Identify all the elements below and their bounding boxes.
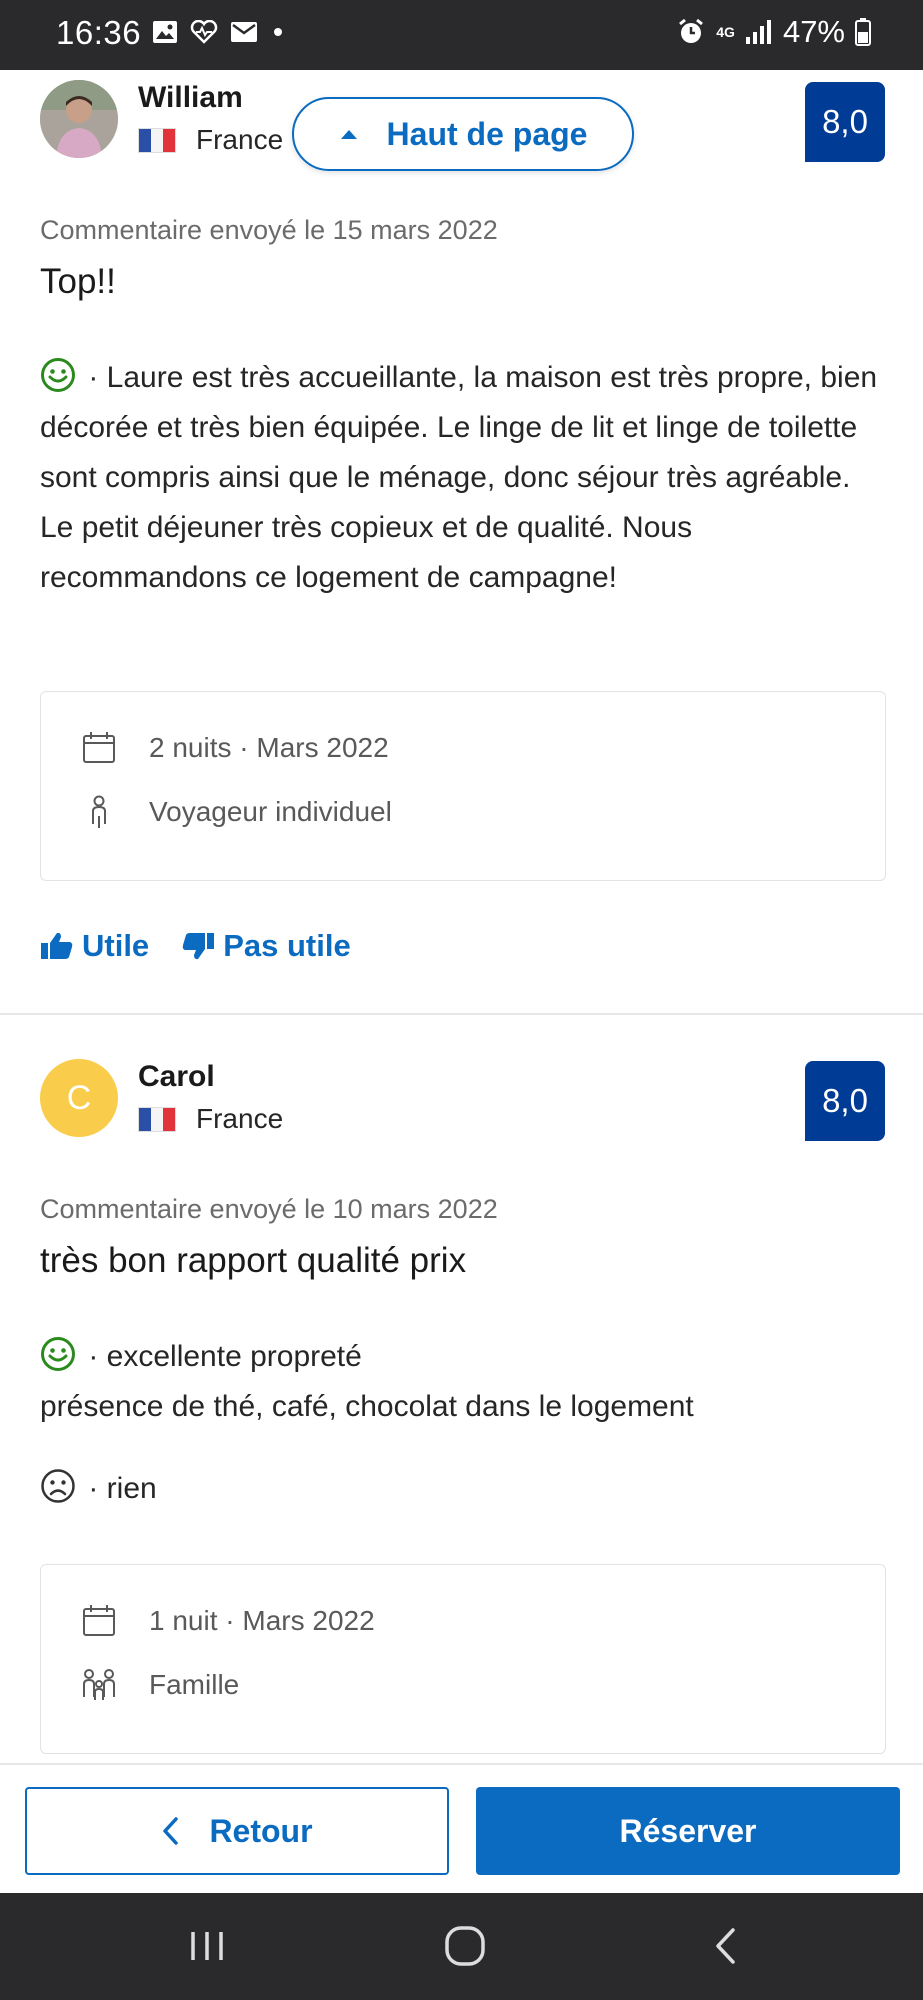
calendar-icon [79,1601,119,1641]
review-positive-text: présence de thé, café, chocolat dans le … [40,1390,694,1423]
not-helpful-button[interactable]: Pas utile [181,928,351,964]
recent-apps-button[interactable] [182,1921,232,1971]
battery-icon [855,18,871,46]
traveler-type-text: Voyageur individuel [149,796,392,827]
status-time: 16:36 [56,14,142,51]
book-button-label: Réserver [619,1812,757,1849]
traveler-type: Voyageur individuel [79,792,392,832]
frown-negative-icon [41,1469,75,1503]
status-bar: 16:36 4G 47% [0,0,923,70]
review-positive: · Laure est très accueillante, la maison… [40,353,890,603]
avatar: C [40,1059,118,1137]
reviewer-name: William [138,81,243,114]
family-icon [79,1665,119,1705]
stay-duration-text: 2 nuits · Mars 2022 [149,732,389,763]
reviews-list[interactable]: William France 8,0 Commentaire envoyé le… [0,70,923,1763]
heart-monitor-icon [190,20,218,44]
caret-up-icon [340,130,357,139]
not-helpful-label: Pas utile [223,928,351,963]
battery-level: 47% [782,14,845,49]
calendar-icon [79,728,119,768]
country-label: France [196,124,284,155]
back-to-top-label: Haut de page [386,115,588,152]
home-icon [445,1926,485,1966]
back-button-label: Retour [209,1812,313,1849]
gallery-icon [153,21,177,43]
back-arrow-icon [716,1928,735,1964]
alarm-icon [679,18,704,43]
reviewer-name: Carol [138,1060,215,1093]
nav-back-button[interactable] [700,1921,750,1971]
thumbs-up-icon [41,932,73,959]
review-divider [0,1013,923,1015]
home-button[interactable] [440,1921,490,1971]
avatar-photo [40,80,118,158]
back-button[interactable]: Retour [25,1787,449,1875]
smiley-positive-icon [41,1337,75,1371]
stay-duration-text: 1 nuit · Mars 2022 [149,1605,375,1636]
book-button[interactable]: Réserver [476,1787,900,1875]
network-type: 4G [716,24,735,40]
stay-duration: 2 nuits · Mars 2022 [79,728,389,768]
reviewer-country: France [138,124,283,156]
signal-icon [745,20,771,44]
review-title: Top!! [40,262,116,301]
review-score: 8,0 [805,82,885,162]
country-label: France [196,1103,284,1134]
stay-info-box: 1 nuit · Mars 2022 Famille [40,1564,886,1754]
helpful-button[interactable]: Utile [40,928,149,964]
review-score: 8,0 [805,1061,885,1141]
recent-apps-icon [191,1932,223,1960]
bottom-action-bar: Retour Réserver [0,1763,923,1893]
thumbs-down-icon [182,933,215,960]
helpful-buttons: Utile Pas utile [40,928,351,964]
france-flag-icon [138,1106,176,1132]
traveler-type-text: Famille [149,1669,240,1700]
mail-icon [231,22,257,42]
stay-duration: 1 nuit · Mars 2022 [79,1601,375,1641]
avatar [40,80,118,158]
reviewer-country: France [138,1103,283,1135]
solo-traveler-icon [79,792,119,832]
system-nav-bar [0,1893,923,2000]
review-negative: · rien [40,1464,890,1514]
back-to-top-button[interactable]: Haut de page [292,97,634,171]
review-date: Commentaire envoyé le 15 mars 2022 [40,215,498,245]
france-flag-icon [138,127,176,153]
review-positive: · excellente propreté présence de thé, c… [40,1332,890,1432]
chevron-left-icon [163,1817,179,1845]
notification-dot-icon [274,28,282,36]
traveler-type: Famille [79,1665,239,1705]
stay-info-box: 2 nuits · Mars 2022 Voyageur individuel [40,691,886,881]
review-title: très bon rapport qualité prix [40,1241,467,1280]
review-positive-text: · Laure est très accueillante, la maison… [40,361,878,594]
review-negative-text: · rien [80,1472,157,1505]
review-date: Commentaire envoyé le 10 mars 2022 [40,1194,498,1224]
helpful-label: Utile [82,928,150,963]
review-positive-text: · excellente propreté [80,1340,362,1373]
smiley-positive-icon [41,358,75,392]
